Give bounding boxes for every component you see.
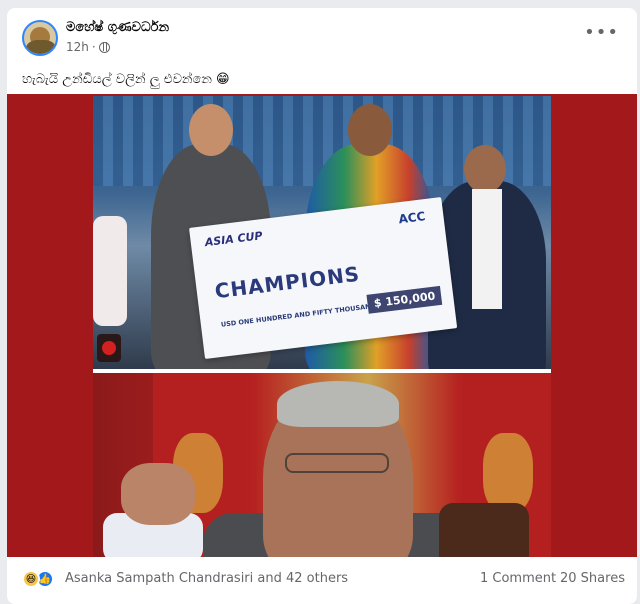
cheque-amount-words: USD ONE HUNDRED AND FIFTY THOUSAND bbox=[220, 301, 377, 329]
more-options-icon[interactable]: ••• bbox=[584, 24, 619, 42]
speaker-hair bbox=[277, 381, 399, 427]
reactions-summary[interactable]: Asanka Sampath Chandrasiri and 42 others bbox=[65, 571, 348, 586]
person-left-edge bbox=[93, 216, 127, 326]
person-head bbox=[348, 104, 392, 156]
speaker-glasses bbox=[285, 453, 389, 473]
haha-icon: 😆 bbox=[22, 570, 40, 588]
cheque-amount: $ 150,000 bbox=[366, 285, 443, 314]
post-meta: 12h · bbox=[66, 40, 110, 54]
person-head bbox=[189, 104, 233, 156]
post-caption: හැබැයි උන්ඩියල් වලින් ලු එවන්නෙ 😁 bbox=[22, 72, 230, 87]
post-time[interactable]: 12h bbox=[66, 40, 89, 54]
person-head bbox=[464, 145, 506, 193]
acc-logo: ACC bbox=[397, 209, 427, 227]
cheque-headline: CHAMPIONS bbox=[213, 261, 362, 304]
speaker-face bbox=[263, 381, 413, 557]
facebook-post-card: මහේෂ් ගුණවර්ධන 12h · ••• හැබැයි උන්ඩියල්… bbox=[7, 8, 637, 604]
photo-speaker bbox=[93, 373, 551, 557]
pointing-hand bbox=[121, 463, 195, 525]
globe-icon bbox=[98, 41, 110, 53]
channel-logo-icon bbox=[97, 334, 121, 362]
avatar-body bbox=[26, 40, 56, 54]
meta-separator: · bbox=[91, 40, 96, 54]
asia-cup-logo: ASIA CUP bbox=[204, 229, 264, 250]
shares-count[interactable]: 20 Shares bbox=[560, 571, 625, 586]
reaction-icons[interactable]: 😆 👍 bbox=[22, 570, 54, 588]
white-shirt bbox=[472, 189, 502, 309]
post-media[interactable]: ASIA CUP ACC CHAMPIONS USD ONE HUNDRED A… bbox=[7, 94, 637, 557]
chair-back bbox=[439, 503, 529, 557]
post-footer: 😆 👍 Asanka Sampath Chandrasiri and 42 ot… bbox=[7, 557, 637, 604]
comments-count[interactable]: 1 Comment bbox=[480, 571, 556, 586]
post-header: මහේෂ් ගුණවර්ධන 12h · ••• bbox=[7, 8, 637, 64]
author-avatar[interactable] bbox=[22, 20, 58, 56]
author-name[interactable]: මහේෂ් ගුණවර්ධන bbox=[66, 20, 169, 35]
photo-trophy-ceremony: ASIA CUP ACC CHAMPIONS USD ONE HUNDRED A… bbox=[93, 96, 551, 369]
